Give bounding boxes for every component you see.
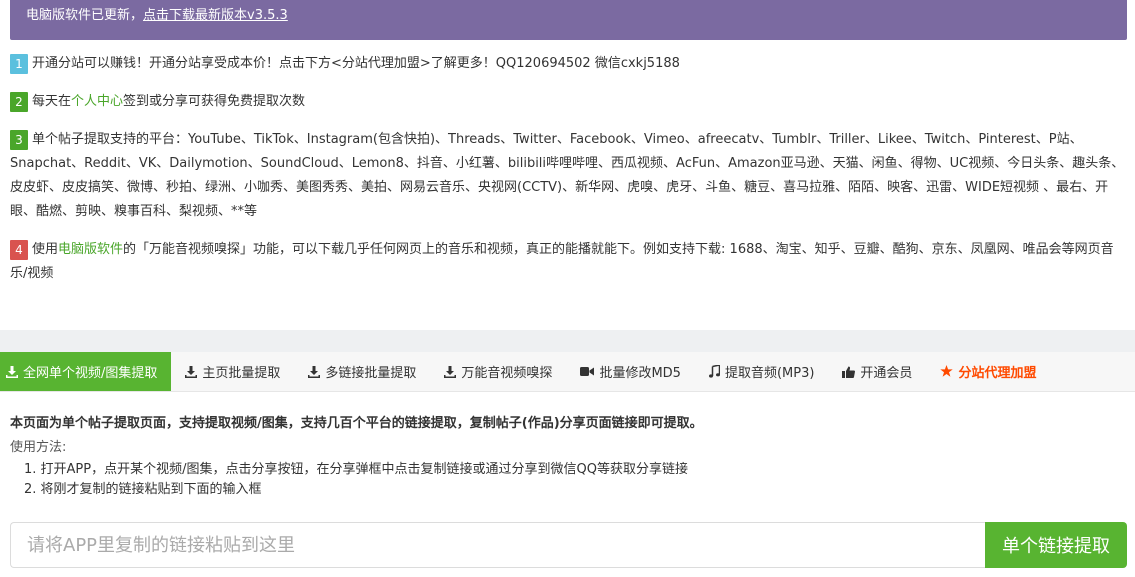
- tab-partner-program[interactable]: 分站代理加盟: [926, 352, 1050, 391]
- link-input[interactable]: [10, 522, 985, 568]
- tab-homepage-batch[interactable]: 主页批量提取: [171, 352, 294, 391]
- tab-label: 多链接批量提取: [325, 366, 417, 381]
- notice-number-badge: 2: [10, 92, 28, 112]
- personal-center-link[interactable]: 个人中心: [71, 94, 123, 109]
- music-note-icon: [708, 365, 720, 378]
- usage-step: 1. 打开APP，点开某个视频/图集，点击分享按钮，在分享弹框中点击复制链接或通…: [24, 462, 688, 477]
- download-icon: [185, 365, 198, 378]
- usage-description: 本页面为单个帖子提取页面，支持提取视频/图集，支持几百个平台的链接提取，复制帖子…: [10, 414, 1127, 500]
- notice-text: 每天在: [32, 94, 72, 109]
- tool-tabs: 全网单个视频/图集提取 主页批量提取 多链接批量提取 万能音视频嗅探 批量修改M…: [0, 352, 1135, 392]
- tab-multi-link-batch[interactable]: 多链接批量提取: [294, 352, 430, 391]
- tab-extract-audio[interactable]: 提取音频(MP3): [695, 352, 828, 391]
- tab-label: 提取音频(MP3): [724, 366, 815, 381]
- notice-2: 2 每天在个人中心签到或分享可获得免费提取次数: [10, 90, 1127, 114]
- tab-label: 主页批量提取: [202, 366, 281, 381]
- tab-label: 万能音视频嗅探: [461, 366, 553, 381]
- video-camera-icon: [580, 367, 595, 376]
- notice-list: 1 开通分站可以赚钱！开通分站享受成本价！点击下方<分站代理加盟>了解更多！QQ1…: [10, 52, 1127, 286]
- link-input-bar: 单个链接提取: [10, 522, 1127, 568]
- desktop-software-link[interactable]: 电脑版软件: [58, 242, 123, 257]
- star-icon: [940, 365, 954, 377]
- notice-text: 单个帖子提取支持的平台：YouTube、TikTok、Instagram(包含快…: [10, 132, 1125, 219]
- page-description: 本页面为单个帖子提取页面，支持提取视频/图集，支持几百个平台的链接提取，复制帖子…: [10, 416, 703, 431]
- tab-label: 开通会员: [860, 366, 913, 381]
- notice-text: 使用: [32, 242, 59, 257]
- tab-label: 分站代理加盟: [958, 366, 1037, 381]
- usage-step: 2. 将刚才复制的链接粘贴到下面的输入框: [24, 482, 262, 497]
- notice-4: 4 使用电脑版软件的「万能音视频嗅探」功能，可以下载几乎任何网页上的音乐和视频，真…: [10, 238, 1127, 286]
- tab-membership[interactable]: 开通会员: [828, 352, 926, 391]
- section-divider: [0, 330, 1135, 352]
- usage-label: 使用方法:: [10, 440, 67, 455]
- download-icon: [6, 365, 18, 378]
- notice-number-badge: 1: [10, 54, 28, 74]
- notice-text: 的「万能音视频嗅探」功能，可以下载几乎任何网页上的音乐和视频，真正的能播就能下。…: [10, 242, 1114, 281]
- banner-text: 电脑版软件已更新，: [26, 8, 144, 23]
- tab-single-extract[interactable]: 全网单个视频/图集提取: [0, 352, 172, 391]
- thumbs-up-icon: [842, 366, 856, 378]
- notice-number-badge: 4: [10, 240, 28, 260]
- download-icon: [308, 365, 321, 378]
- tab-label: 全网单个视频/图集提取: [23, 366, 158, 381]
- notice-number-badge: 3: [10, 130, 28, 150]
- update-banner: 电脑版软件已更新，点击下载最新版本v3.5.3: [10, 0, 1127, 40]
- notice-1: 1 开通分站可以赚钱！开通分站享受成本价！点击下方<分站代理加盟>了解更多！QQ1…: [10, 52, 1127, 76]
- tab-media-sniffer[interactable]: 万能音视频嗅探: [430, 352, 566, 391]
- usage-steps: 1. 打开APP，点开某个视频/图集，点击分享按钮，在分享弹框中点击复制链接或通…: [10, 460, 1127, 500]
- tab-label: 批量修改MD5: [599, 366, 681, 381]
- notice-text: 开通分站可以赚钱！开通分站享受成本价！点击下方<分站代理加盟>了解更多！QQ12…: [32, 56, 680, 71]
- download-latest-link[interactable]: 点击下载最新版本v3.5.3: [143, 8, 288, 23]
- notice-text: 签到或分享可获得免费提取次数: [123, 94, 306, 109]
- notice-3: 3 单个帖子提取支持的平台：YouTube、TikTok、Instagram(包含…: [10, 128, 1127, 224]
- download-icon: [444, 365, 457, 378]
- single-extract-button[interactable]: 单个链接提取: [985, 522, 1127, 568]
- tab-batch-md5[interactable]: 批量修改MD5: [566, 352, 695, 391]
